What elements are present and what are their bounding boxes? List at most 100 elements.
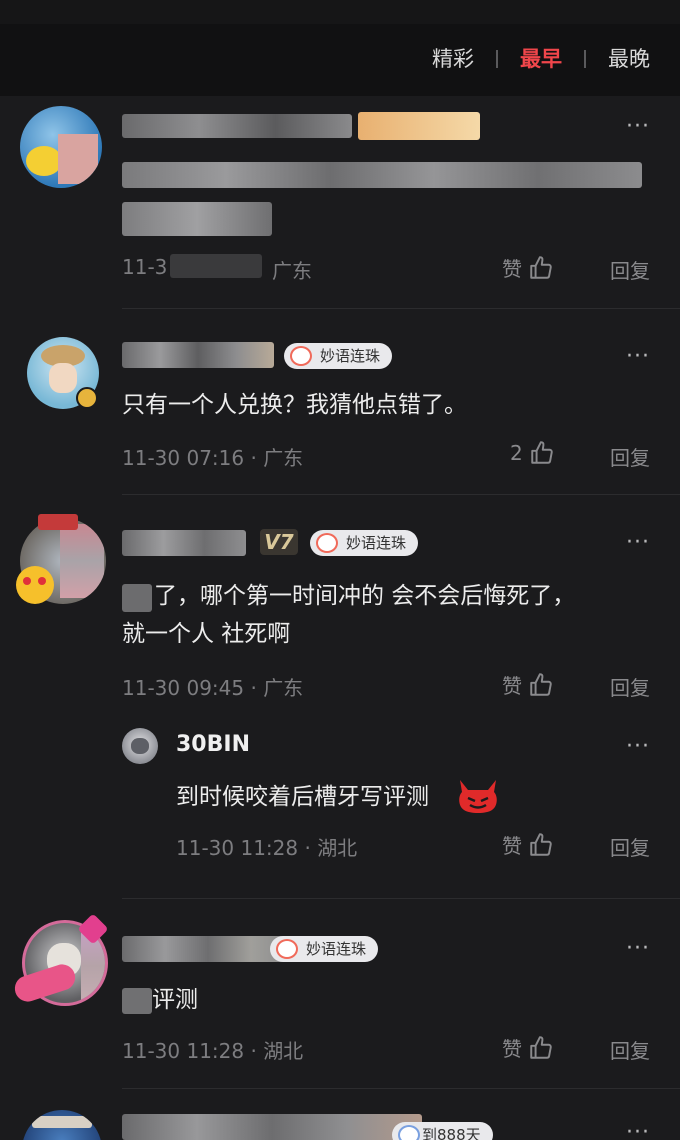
badge-icon [316,533,338,553]
thumbs-up-icon [530,255,552,279]
award-badge: 到888天 [392,1122,493,1140]
comment-location: 广东 [272,259,312,283]
content-obscured [122,988,152,1014]
badge-label: 妙语连珠 [346,534,407,552]
mosaic-block [60,524,104,598]
user-avatar[interactable] [22,1110,102,1140]
thumbs-up-icon [530,1035,552,1059]
emoji-icon [16,566,54,604]
event-tag-icon [38,514,78,530]
sort-header: 精彩 最早 最晚 [0,24,680,96]
award-badge: 妙语连珠 [310,530,419,556]
devil-emoji-icon [459,780,497,813]
thumbs-up-icon [530,672,552,696]
username-obscured[interactable] [122,1114,422,1140]
tab-divider [584,50,586,68]
comment-time: 11-30 07:16 · 广东 [122,442,303,471]
more-options-button[interactable]: ··· [626,938,650,960]
reply-time-value: 11-30 11:28 [176,836,299,860]
badge-obscured [358,112,480,140]
cat-shape [131,738,149,754]
like-button[interactable]: 赞 [502,830,554,859]
tab-divider [496,50,498,68]
content-obscured [122,162,642,188]
comment-time: 11-3 [122,255,168,279]
like-label: 赞 [502,834,522,858]
reply-button[interactable]: 回复 [610,672,650,701]
reply-button[interactable]: 回复 [610,832,650,861]
content-obscured [122,202,272,236]
badge-icon [276,939,298,959]
badge-label: 到888天 [422,1126,481,1140]
badge-label: 妙语连珠 [320,347,381,365]
like-button[interactable]: 赞 [502,670,554,699]
like-label: 赞 [502,674,522,698]
meta-dot: · [250,1039,264,1063]
comment-content: 只有一个人兑换？我猜他点错了。 [122,392,467,418]
username-obscured[interactable] [122,530,246,556]
avatar-text-shape [32,1116,92,1128]
more-options-button[interactable]: ··· [626,116,650,138]
reply-button[interactable]: 回复 [610,255,650,284]
reply-button[interactable]: 回复 [610,442,650,471]
reply-username[interactable]: 30BIN [176,732,250,757]
badge-label: 妙语连珠 [306,940,367,958]
badge-icon [290,346,312,366]
badge-icon [398,1125,420,1140]
tab-earliest[interactable]: 最早 [520,44,562,74]
comment-location: 广东 [263,676,304,700]
divider [122,1088,680,1089]
like-button[interactable]: 2 [510,440,555,466]
divider [122,308,680,309]
reply-button[interactable]: 回复 [610,1035,650,1064]
meta-dot: · [304,836,318,860]
meta-dot: · [250,676,264,700]
like-button[interactable]: 赞 [502,1033,554,1062]
content-obscured [122,584,152,612]
more-options-button[interactable]: ··· [626,736,650,758]
heart-eye [23,577,31,585]
reply-location: 湖北 [317,836,358,860]
comment-location: 湖北 [263,1039,304,1063]
heart-eye [38,577,46,585]
comment-time-value: 11-30 07:16 [122,446,245,470]
vip-level-badge: V7 [260,529,298,555]
mosaic-block [58,134,98,184]
username-obscured[interactable] [122,114,352,138]
award-badge: 妙语连珠 [284,343,393,369]
comment-location: 广东 [263,446,304,470]
reply-avatar[interactable] [122,728,158,764]
like-button[interactable]: 赞 [502,253,554,282]
comment-content-line: 就一个人 社死啊 [122,621,291,647]
divider [122,898,680,899]
thumbs-up-icon [531,441,553,464]
comment-content-line: 了，哪个第一时间冲的 会不会后悔死了， [154,583,576,609]
reply-time: 11-30 11:28 · 湖北 [176,832,357,861]
tab-featured[interactable]: 精彩 [432,44,474,74]
like-label: 赞 [502,1037,522,1061]
thumbs-up-icon [530,832,552,856]
more-options-button[interactable]: ··· [626,346,650,368]
username-obscured[interactable] [122,342,274,368]
reply-content: 到时候咬着后槽牙写评测 [176,784,429,810]
award-badge: 妙语连珠 [270,936,379,962]
user-avatar[interactable] [20,106,102,188]
comment-time: 11-30 11:28 · 湖北 [122,1035,303,1064]
comment-time: 11-30 09:45 · 广东 [122,672,303,701]
time-obscured [170,254,262,278]
username-obscured[interactable] [122,936,294,962]
tab-latest[interactable]: 最晚 [608,44,650,74]
duck-icon [26,146,62,176]
more-options-button[interactable]: ··· [626,1122,650,1140]
comment-time-value: 11-30 09:45 [122,676,245,700]
more-options-button[interactable]: ··· [626,532,650,554]
comment-content: 评测 [152,987,198,1013]
verified-icon [76,387,98,409]
meta-dot: · [250,446,264,470]
divider [122,494,680,495]
comment-time-value: 11-30 11:28 [122,1039,245,1063]
face-shape [49,363,77,393]
status-area [0,0,680,24]
like-count: 2 [510,441,523,465]
like-label: 赞 [502,257,522,281]
